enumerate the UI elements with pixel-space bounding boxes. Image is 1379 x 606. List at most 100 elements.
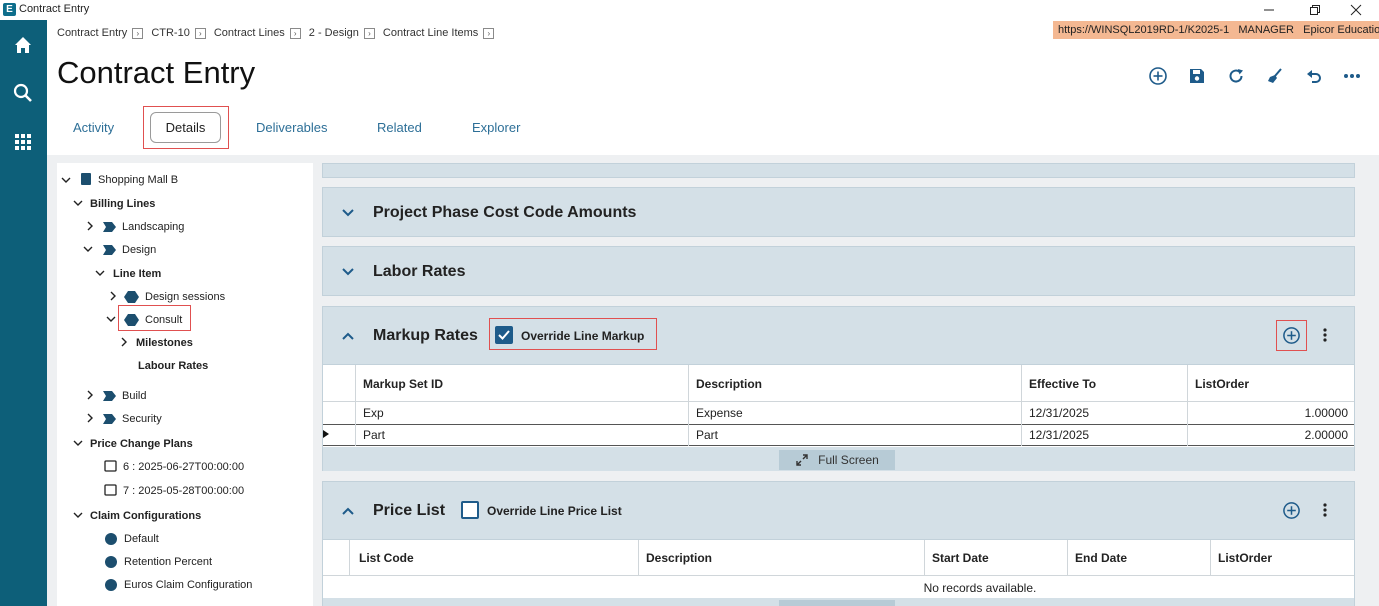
tree-node-billing-lines[interactable]: Billing Lines [90, 196, 155, 212]
window-titlebar: E Contract Entry [0, 0, 1379, 20]
column-header[interactable]: Description [646, 551, 712, 565]
cell-markup-set: Part [363, 428, 386, 442]
tab-activity[interactable]: Activity [73, 120, 114, 135]
panel-title: Price List [373, 502, 446, 519]
cell-effective-to: 12/31/2025 [1029, 428, 1090, 442]
panel-title: Labor Rates [373, 263, 466, 280]
panel-phase-cost[interactable]: Project Phase Cost Code Amounts [322, 187, 1355, 237]
tree-node-landscaping[interactable]: Landscaping [122, 219, 184, 235]
panel-labor-rates[interactable]: Labor Rates [322, 246, 1355, 296]
breadcrumb-item[interactable]: Contract Entry › [57, 27, 144, 39]
column-header[interactable]: ListOrder [1218, 551, 1272, 565]
column-header[interactable]: Effective To [1029, 377, 1096, 391]
full-screen-button[interactable]: Full Screen [779, 450, 895, 470]
tab-explorer[interactable]: Explorer [472, 120, 520, 135]
maximize-button[interactable] [1292, 0, 1338, 20]
tab-details[interactable]: Details [150, 112, 221, 143]
clear-icon [1268, 68, 1282, 83]
cell-description: Part [696, 428, 719, 442]
panel-price-list: Price List Override Line Price List [322, 481, 1355, 540]
add-row-icon[interactable] [1282, 501, 1301, 520]
minimize-button[interactable] [1246, 0, 1292, 20]
close-button[interactable] [1333, 0, 1379, 20]
window-title: Contract Entry [19, 3, 90, 15]
cell-list-order: 1.00000 [1304, 406, 1348, 420]
more-button[interactable] [1342, 66, 1362, 86]
more-vertical-icon[interactable] [1318, 327, 1332, 343]
tab-bar: Activity Deliverables Related Explorer [0, 107, 600, 147]
tree-node-claim-euros[interactable]: Euros Claim Configuration [124, 577, 252, 593]
search-icon[interactable] [12, 82, 34, 104]
home-icon[interactable] [12, 34, 34, 56]
override-markup-label: Override Line Markup [521, 329, 645, 343]
add-icon [1149, 67, 1167, 85]
column-header[interactable]: List Code [359, 551, 414, 565]
highlight-box [118, 305, 191, 331]
tree-node-claim-default[interactable]: Default [124, 531, 159, 547]
column-header[interactable]: End Date [1075, 551, 1127, 565]
row-selector-icon [323, 430, 329, 438]
refresh-icon [1229, 69, 1243, 83]
tree-node-plan[interactable]: 7 : 2025-05-28T00:00:00 [123, 483, 244, 499]
user-name: MANAGER [1238, 24, 1294, 36]
breadcrumb: Contract Entry › CTR-10 › Contract Lines › … [57, 25, 502, 41]
panel-title: Project Phase Cost Code Amounts [373, 204, 637, 221]
column-header[interactable]: Start Date [932, 551, 989, 565]
tree-node-design-sessions[interactable]: Design sessions [145, 289, 225, 305]
save-button[interactable] [1187, 66, 1207, 86]
breadcrumb-item[interactable]: 2 - Design › [309, 27, 375, 39]
clear-button[interactable] [1265, 66, 1285, 86]
tree-node-design[interactable]: Design [122, 242, 156, 258]
tree-node-build[interactable]: Build [122, 388, 146, 404]
chevron-right-icon: › [483, 27, 495, 39]
override-price-label: Override Line Price List [487, 504, 622, 518]
tree-node-plan[interactable]: 6 : 2025-06-27T00:00:00 [123, 459, 244, 475]
chevron-right-icon: › [363, 27, 375, 39]
tree-node-line-item[interactable]: Line Item [113, 266, 161, 282]
price-list-grid: List Code Description Start Date End Dat… [322, 540, 1355, 606]
chevron-up-icon[interactable] [341, 504, 355, 518]
cell-description: Expense [696, 406, 743, 420]
cell-markup-set: Exp [363, 406, 384, 420]
tree-node-claim-configurations[interactable]: Claim Configurations [90, 508, 201, 524]
full-screen-button[interactable] [779, 600, 895, 606]
cell-effective-to: 12/31/2025 [1029, 406, 1090, 420]
column-header[interactable]: ListOrder [1195, 377, 1249, 391]
collapsed-panel-top [322, 163, 1355, 178]
undo-button[interactable] [1304, 66, 1324, 86]
expand-icon [796, 454, 808, 466]
cell-list-order: 2.00000 [1304, 428, 1348, 442]
more-vertical-icon[interactable] [1318, 502, 1332, 518]
breadcrumb-item[interactable]: Contract Lines › [214, 27, 301, 39]
company-name: Epicor Education [1303, 24, 1379, 36]
refresh-button[interactable] [1226, 66, 1246, 86]
tree-node-claim-retention[interactable]: Retention Percent [124, 554, 212, 570]
undo-icon [1307, 70, 1321, 83]
more-icon [1344, 74, 1360, 78]
page-title: Contract Entry [57, 55, 256, 90]
tree-node-security[interactable]: Security [122, 411, 162, 427]
tree-node-price-change-plans[interactable]: Price Change Plans [90, 436, 193, 452]
add-button[interactable] [1148, 66, 1168, 86]
save-icon [1190, 69, 1204, 83]
environment-info: https://WINSQL2019RD-1/K2025-1 MANAGER E… [1053, 21, 1379, 39]
tree-node-root[interactable]: Shopping Mall B [98, 172, 178, 188]
add-row-icon[interactable] [1282, 326, 1301, 345]
server-url: https://WINSQL2019RD-1/K2025-1 [1058, 24, 1230, 36]
chevron-down-icon [342, 268, 354, 276]
tab-related[interactable]: Related [377, 120, 422, 135]
chevron-up-icon[interactable] [341, 329, 355, 343]
override-markup-checkbox[interactable] [495, 326, 513, 344]
column-header[interactable]: Description [696, 377, 762, 391]
checkmark-icon [498, 330, 510, 340]
tab-deliverables[interactable]: Deliverables [256, 120, 328, 135]
override-price-checkbox[interactable] [461, 501, 479, 519]
tree-node-milestones[interactable]: Milestones [136, 335, 193, 351]
restore-icon [1310, 5, 1320, 15]
tree-node-labour-rates[interactable]: Labour Rates [138, 358, 208, 374]
breadcrumb-item[interactable]: Contract Line Items › [383, 27, 495, 39]
breadcrumb-item[interactable]: CTR-10 › [151, 27, 206, 39]
panel-markup-rates: Markup Rates Override Line Markup [322, 306, 1355, 365]
tree-view [57, 163, 313, 606]
column-header[interactable]: Markup Set ID [363, 377, 443, 391]
